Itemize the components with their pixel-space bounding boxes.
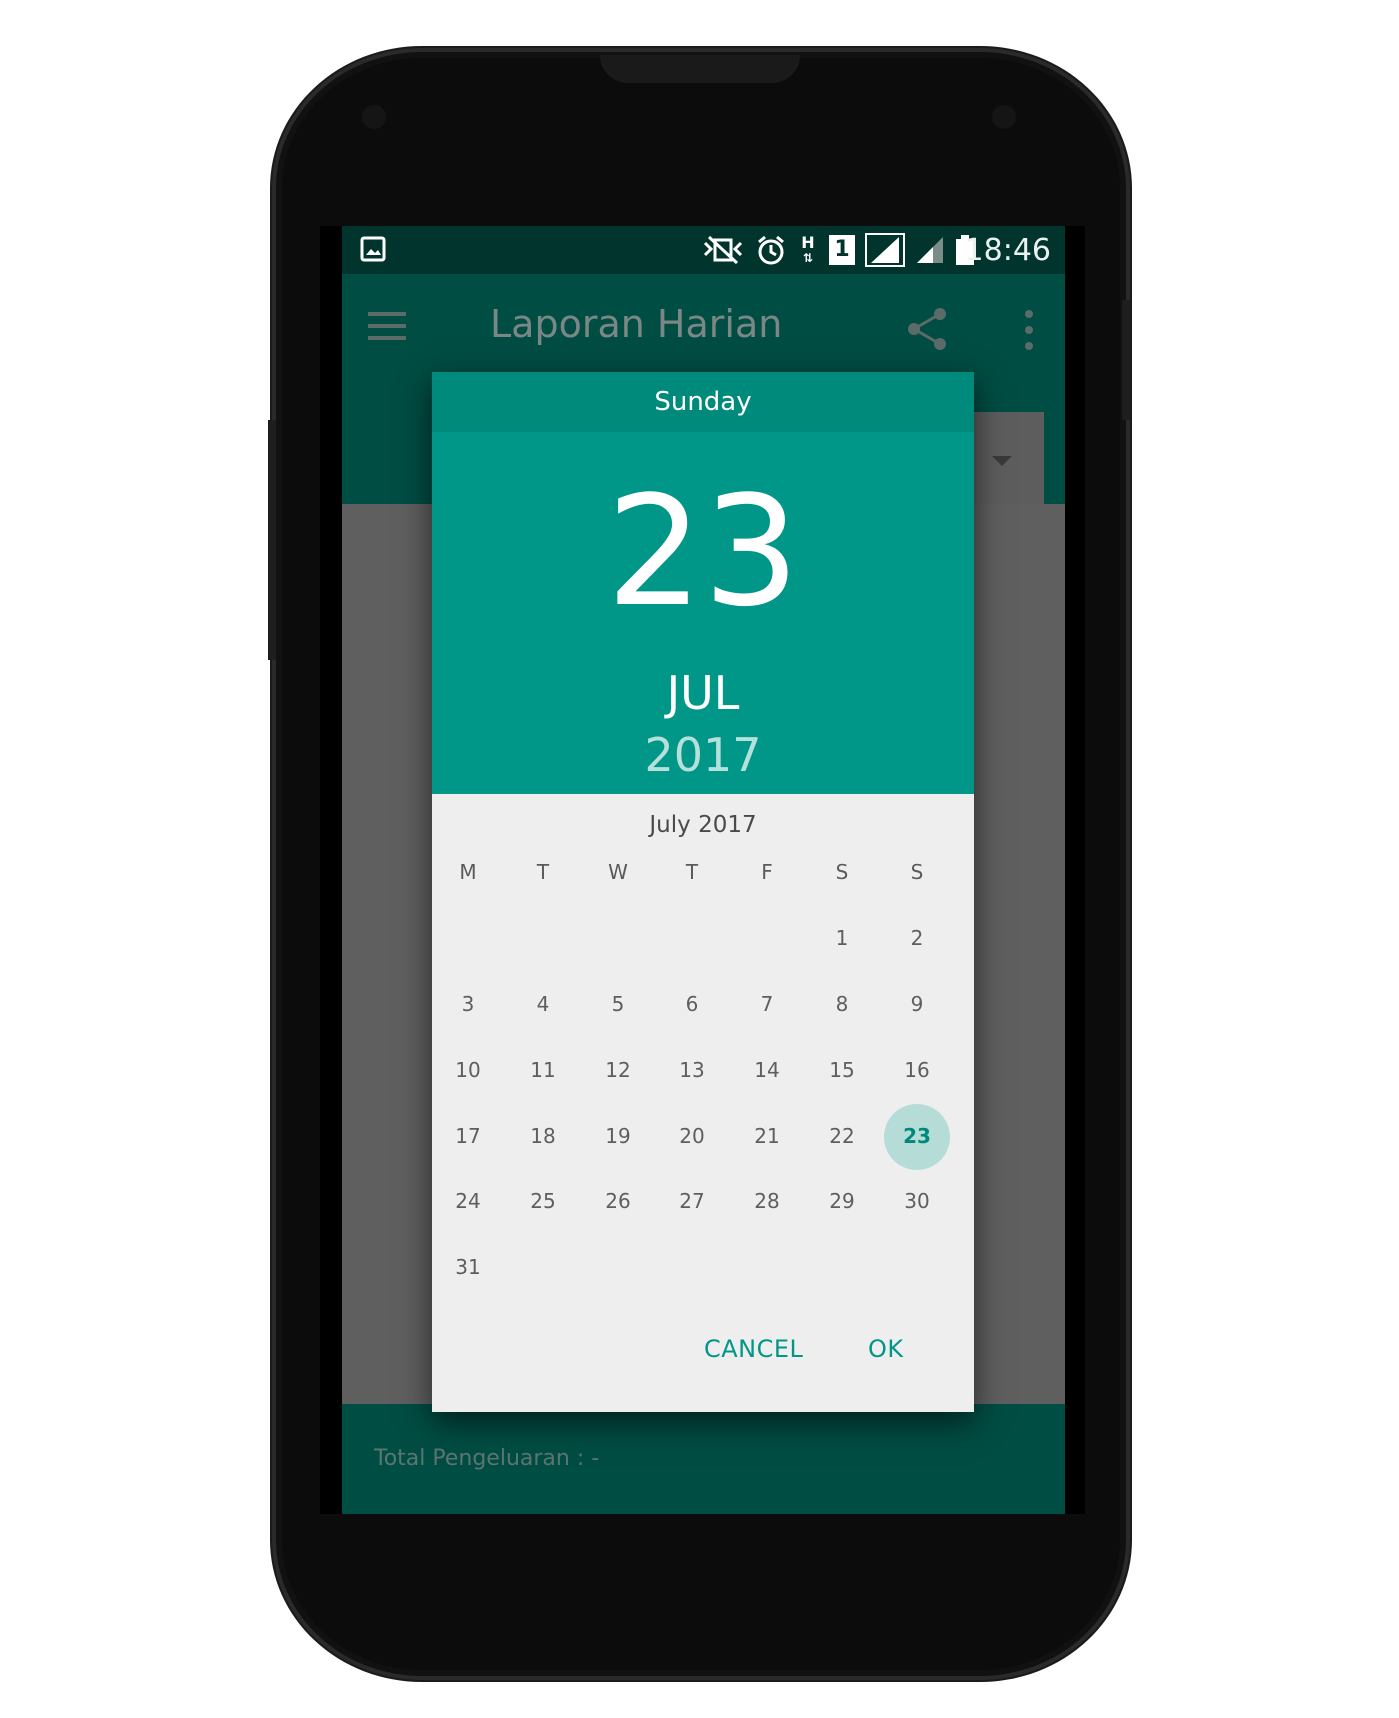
ok-button[interactable]: OK [868,1335,904,1363]
front-camera [992,105,1016,129]
calendar-day[interactable]: 14 [737,1058,797,1082]
calendar-day[interactable]: 18 [513,1124,573,1148]
calendar-day[interactable]: 23 [887,1124,947,1148]
network-type-indicator: H ⇅ [801,232,815,265]
calendar-day[interactable]: 10 [438,1058,498,1082]
calendar-day[interactable]: 12 [588,1058,648,1082]
calendar-day[interactable]: 31 [438,1255,498,1279]
weekday-header: S [910,860,924,884]
weekday-header: W [608,860,628,884]
gallery-notification-icon [360,236,386,262]
calendar-day[interactable]: 1 [812,926,872,950]
status-icons: H ⇅ 1 [701,232,975,267]
calendar-day[interactable]: 9 [887,992,947,1016]
network-type-label: H [801,232,815,252]
proximity-sensor [362,105,386,129]
volume-button [268,420,276,660]
weekday-header: F [761,860,773,884]
menu-icon[interactable] [368,312,406,342]
sim-label: 1 [834,237,850,262]
period-dropdown[interactable] [974,412,1044,504]
signal-strength-icon [865,233,905,267]
alarm-icon [758,235,784,265]
calendar-day[interactable]: 17 [438,1124,498,1148]
calendar-day[interactable]: 19 [588,1124,648,1148]
weekday-header: T [685,860,699,884]
calendar-day[interactable]: 26 [588,1189,648,1213]
dropdown-arrow-icon [992,456,1012,466]
app-bar: Laporan Harian [342,274,1065,382]
weekday-header: M [459,860,477,884]
date-picker-dialog: Sunday 23 JUL 2017 July 2017 MTWTFSS1234… [432,372,974,1412]
calendar-day[interactable]: 3 [438,992,498,1016]
calendar-day[interactable]: 30 [887,1189,947,1213]
weekday-header: T [536,860,550,884]
status-time: 18:46 [964,233,1051,268]
calendar-day[interactable]: 6 [662,992,722,1016]
calendar-day[interactable]: 5 [588,992,648,1016]
calendar-day[interactable]: 13 [662,1058,722,1082]
share-icon[interactable] [902,304,952,354]
calendar-day[interactable]: 21 [737,1124,797,1148]
calendar-day[interactable]: 8 [812,992,872,1016]
cancel-button[interactable]: CANCEL [704,1335,803,1363]
vibrate-mute-icon [703,235,743,265]
status-bar: H ⇅ 1 18:46 [342,226,1065,274]
signal-strength-2-icon [917,237,943,263]
more-options-icon[interactable] [1022,308,1036,352]
calendar-day[interactable]: 7 [737,992,797,1016]
calendar-day[interactable]: 24 [438,1189,498,1213]
app-title: Laporan Harian [490,302,783,346]
calendar-day[interactable]: 15 [812,1058,872,1082]
total-expense-label: Total Pengeluaran : - [374,1446,600,1471]
power-button [1122,300,1130,420]
weekday-header: S [835,860,849,884]
calendar-day[interactable]: 4 [513,992,573,1016]
calendar-day[interactable]: 2 [887,926,947,950]
calendar-day[interactable]: 22 [812,1124,872,1148]
calendar-day[interactable]: 11 [513,1058,573,1082]
calendar-day[interactable]: 29 [812,1189,872,1213]
calendar-day[interactable]: 25 [513,1189,573,1213]
calendar-day[interactable]: 28 [737,1189,797,1213]
earpiece-speaker [600,55,800,83]
footer-bar: Total Pengeluaran : - [342,1404,1065,1514]
calendar-day[interactable]: 16 [887,1058,947,1082]
sim-indicator: 1 [829,235,855,265]
calendar-grid: M T W T F S S 1 2 3 4 5 6 7 8 9 10 11 12 13 14 15 16 17 18 19 20 21… [432,372,974,1412]
calendar-day[interactable]: 27 [662,1189,722,1213]
calendar-day[interactable]: 20 [662,1124,722,1148]
